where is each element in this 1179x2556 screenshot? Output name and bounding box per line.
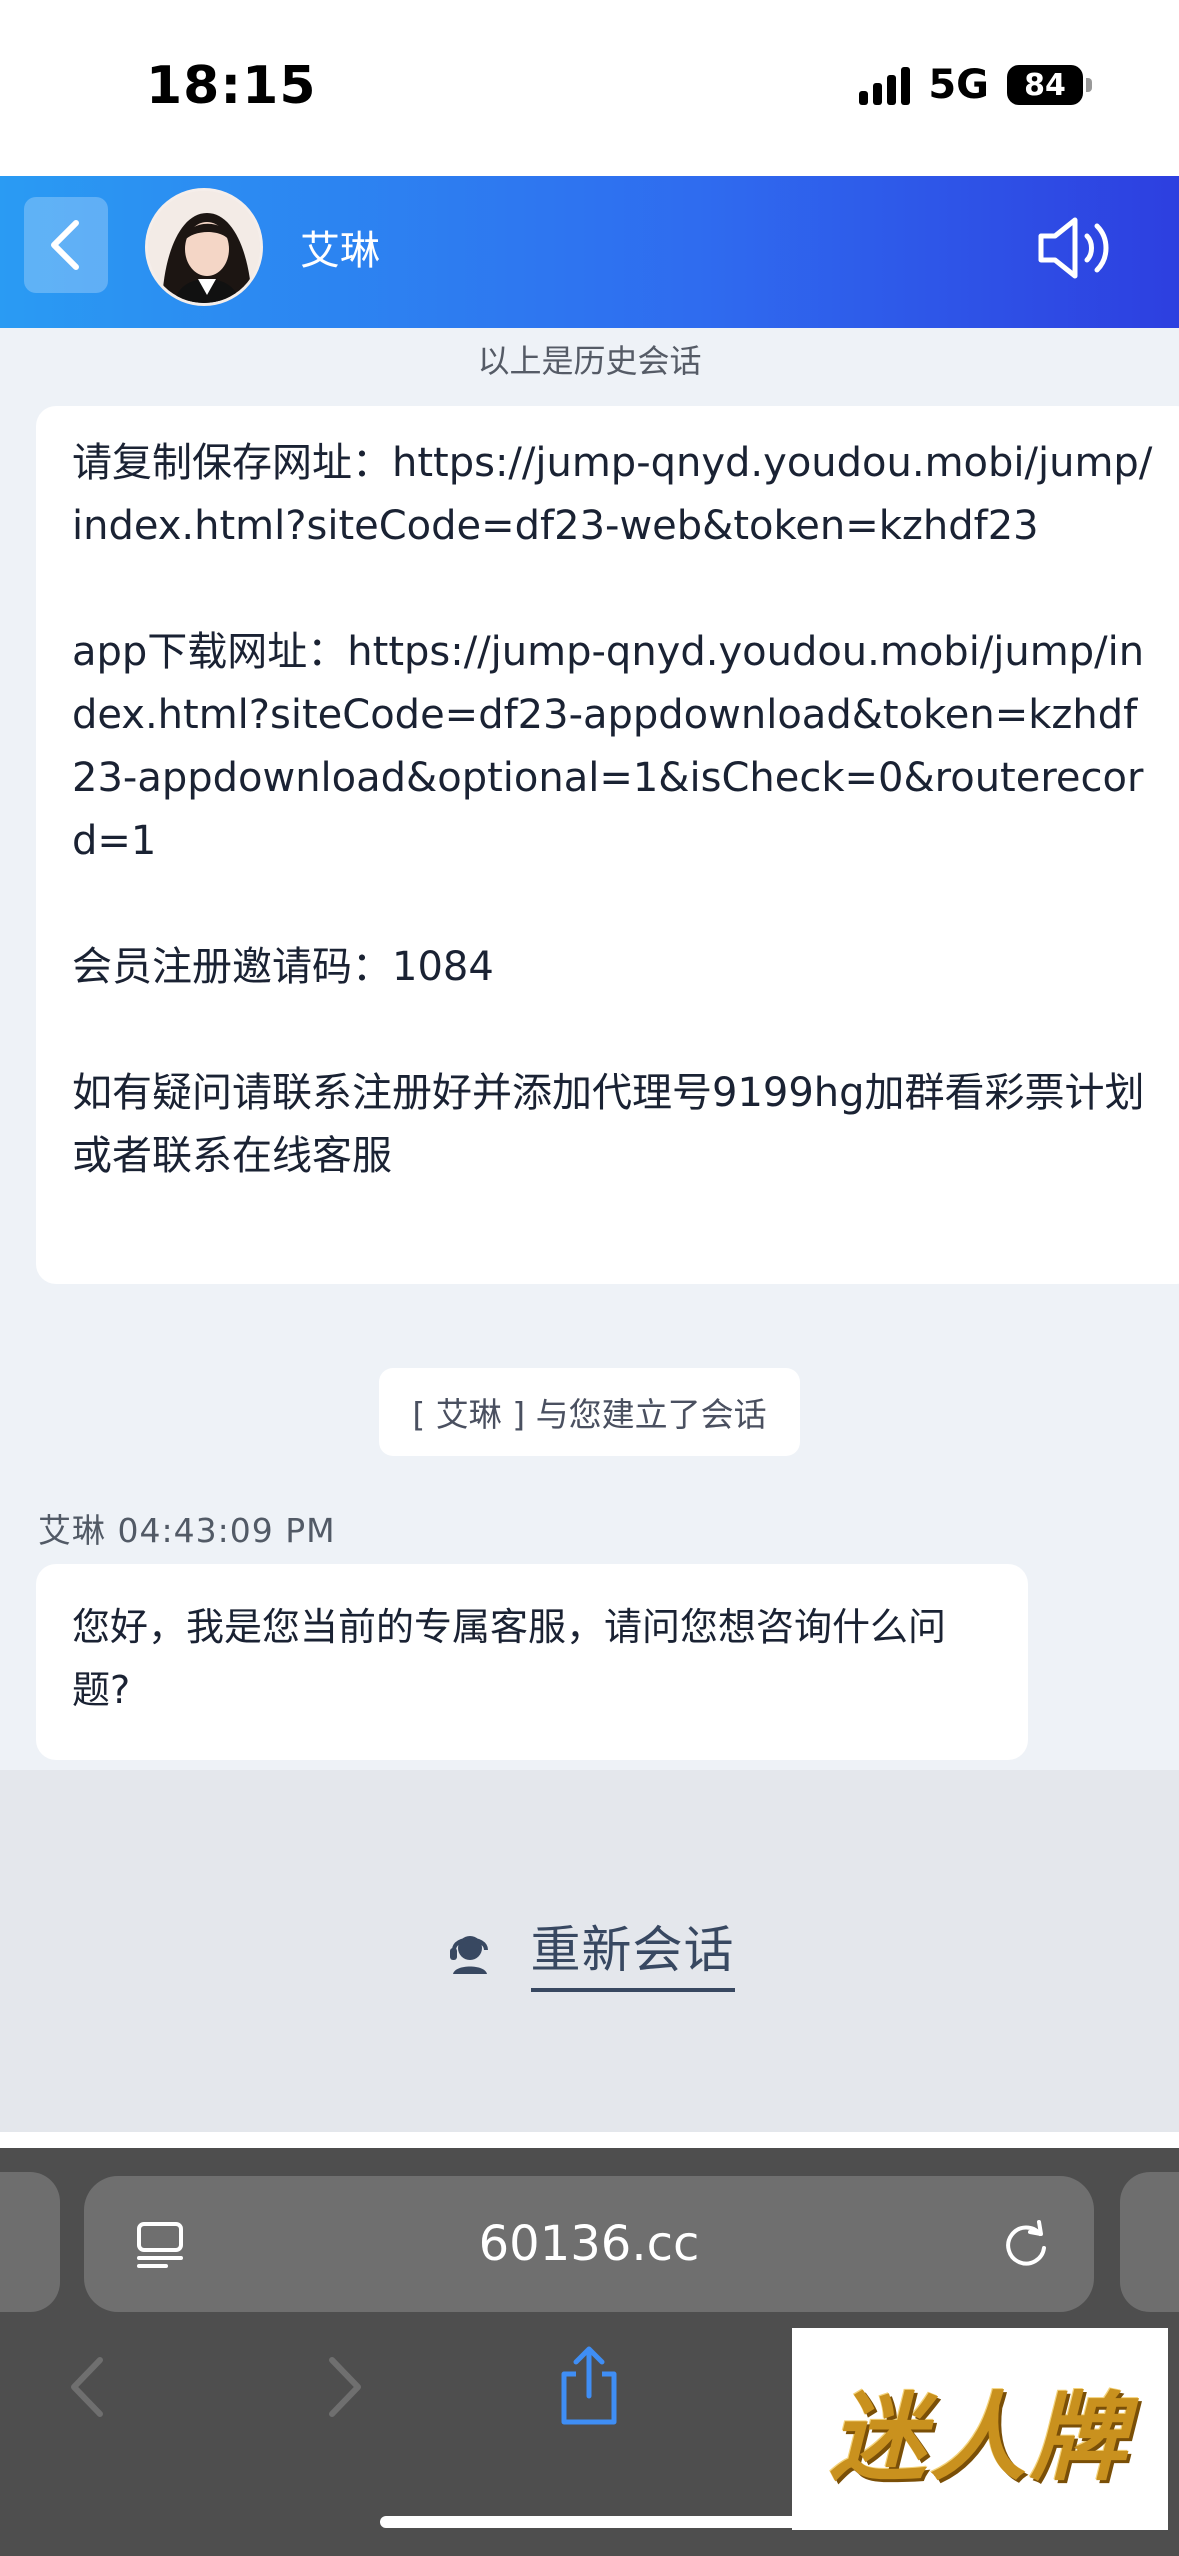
status-time: 18:15: [146, 56, 317, 116]
divider: [0, 2132, 1179, 2148]
back-button[interactable]: [24, 197, 108, 293]
agent-message-bubble[interactable]: 您好，我是您当前的专属客服，请问您想咨询什么问题?: [36, 1564, 1028, 1760]
next-tab[interactable]: [1120, 2172, 1179, 2312]
chevron-left-icon: [51, 220, 79, 270]
sound-toggle-button[interactable]: [1035, 212, 1119, 284]
avatar[interactable]: [145, 188, 263, 306]
signal-icon: [859, 65, 911, 105]
watermark-logo: 迷人牌: [792, 2328, 1168, 2530]
status-indicators: 5G 84: [859, 62, 1092, 108]
avatar-portrait-icon: [148, 191, 260, 303]
session-notice: [ 艾琳 ] 与您建立了会话: [379, 1368, 800, 1456]
share-icon[interactable]: [554, 2344, 624, 2428]
page-menu-icon[interactable]: [134, 2218, 186, 2270]
battery-level: 84: [1024, 67, 1066, 103]
speaker-icon: [1038, 217, 1109, 279]
reload-icon[interactable]: [1000, 2218, 1052, 2270]
headset-agent-icon: [449, 1936, 488, 1974]
message-meta: 艾琳 04:43:09 PM: [38, 1511, 336, 1550]
network-label: 5G: [928, 62, 989, 108]
agent-name: 艾琳: [300, 228, 380, 274]
url-text[interactable]: 60136.cc: [84, 2176, 1094, 2312]
battery-icon: 84: [1007, 65, 1092, 105]
home-indicator: [380, 2516, 800, 2528]
address-bar[interactable]: 60136.cc: [84, 2176, 1094, 2312]
chat-header: 艾琳: [0, 176, 1179, 328]
browser-toolbar: 60136.cc 迷人牌: [0, 2148, 1179, 2556]
back-nav-icon[interactable]: [60, 2352, 116, 2422]
history-message-bubble[interactable]: 请复制保存网址：https://jump-qnyd.youdou.mobi/ju…: [36, 406, 1179, 1284]
restart-session-button[interactable]: 重新会话: [530, 1910, 735, 1992]
history-note: 以上是历史会话: [477, 342, 702, 380]
status-bar: 18:15 5G 84: [0, 0, 1179, 176]
restart-area: 重新会话: [0, 1770, 1179, 2132]
chat-area[interactable]: 以上是历史会话 请复制保存网址：https://jump-qnyd.youdou…: [0, 328, 1179, 1770]
forward-nav-icon[interactable]: [316, 2352, 372, 2422]
logo-text: 迷人牌: [830, 2380, 1130, 2494]
previous-tab[interactable]: [0, 2172, 60, 2312]
